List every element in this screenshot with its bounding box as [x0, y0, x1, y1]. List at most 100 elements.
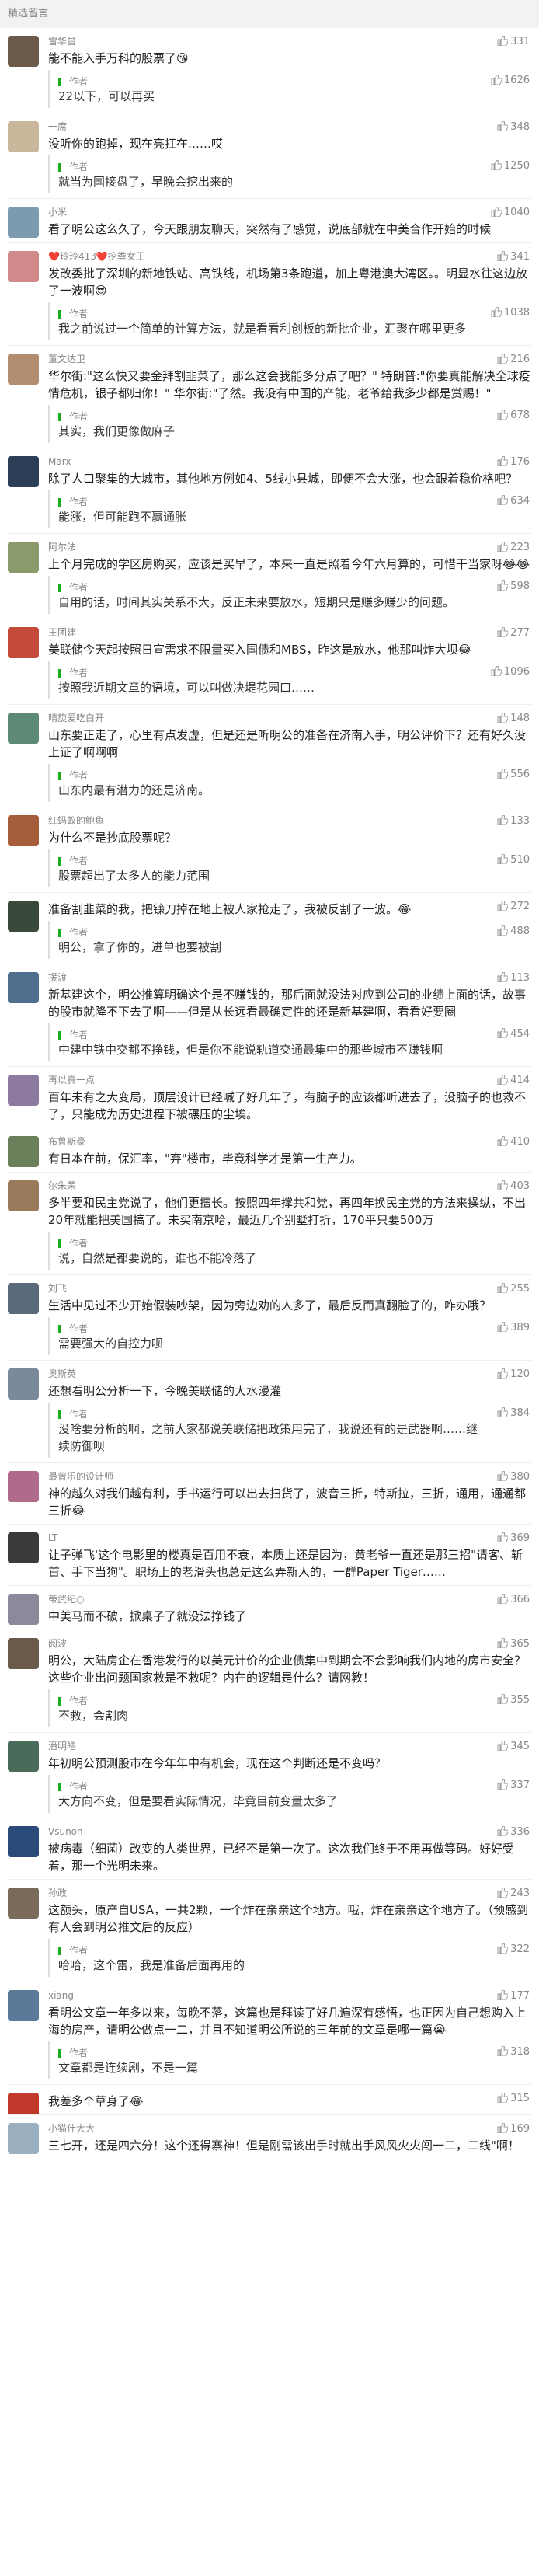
commenter-name[interactable]: ❤️玲玲413❤️挖粪女王 [48, 249, 531, 263]
like-button[interactable]: 403 [497, 1180, 530, 1194]
commenter-name[interactable]: 董文达卫 [48, 352, 531, 366]
reply-like-button[interactable]: 1096 [491, 665, 530, 678]
avatar[interactable] [8, 1471, 39, 1502]
avatar[interactable] [8, 1180, 39, 1211]
commenter-name[interactable]: 奥斯英 [48, 1367, 531, 1381]
commenter-name[interactable]: 小米 [48, 205, 531, 219]
commenter-name[interactable]: 再以真一点 [48, 1073, 531, 1087]
author-tag: 作者 [58, 855, 88, 867]
commenter-name[interactable]: 红蚂蚁的鲍鱼 [48, 814, 531, 828]
like-button[interactable]: 380 [497, 1470, 530, 1484]
like-count: 216 [510, 354, 530, 365]
like-button[interactable]: 133 [497, 814, 530, 828]
commenter-name[interactable]: 蒂武纪○ [48, 1592, 531, 1606]
like-button[interactable]: 177 [497, 1989, 530, 2003]
like-button[interactable]: 223 [497, 541, 530, 555]
like-button[interactable]: 336 [497, 1825, 530, 1839]
commenter-name[interactable]: 雷华昌 [48, 34, 531, 48]
avatar[interactable] [8, 1990, 39, 2021]
like-button[interactable]: 272 [497, 900, 530, 914]
avatar[interactable] [8, 1075, 39, 1106]
avatar[interactable] [8, 2123, 39, 2154]
commenter-name[interactable]: 晴旋爱吃白开 [48, 711, 531, 725]
commenter-name[interactable]: 援渡 [48, 971, 531, 985]
like-button[interactable]: 243 [497, 1887, 530, 1901]
avatar[interactable] [8, 542, 39, 573]
avatar[interactable] [8, 713, 39, 744]
avatar[interactable] [8, 354, 39, 385]
comment-text: 没听你的跑掉，现在亮扛在……哎 [48, 137, 224, 151]
reply-like-button[interactable]: 1250 [491, 159, 530, 172]
reply-like-button[interactable]: 389 [497, 1321, 530, 1333]
reply-like-button[interactable]: 634 [497, 494, 530, 507]
commenter-name[interactable]: Marx [48, 455, 531, 469]
like-button[interactable]: 365 [497, 1637, 530, 1651]
avatar[interactable] [8, 1532, 39, 1563]
avatar[interactable] [8, 2093, 39, 2114]
avatar[interactable] [8, 251, 39, 282]
avatar[interactable] [8, 1638, 39, 1669]
like-button[interactable]: 216 [497, 353, 530, 367]
reply-like-button[interactable]: 355 [497, 1693, 530, 1706]
like-button[interactable]: 414 [497, 1074, 530, 1088]
reply-like-button[interactable]: 384 [497, 1407, 530, 1419]
like-button[interactable]: 348 [497, 120, 530, 134]
commenter-name[interactable]: 刘飞 [48, 1281, 531, 1295]
commenter-name[interactable]: Vsunon [48, 1825, 531, 1839]
like-button[interactable]: 277 [497, 626, 530, 640]
avatar[interactable] [8, 1741, 39, 1772]
avatar[interactable] [8, 36, 39, 67]
reply-like-button[interactable]: 510 [497, 853, 530, 866]
reply-like-button[interactable]: 1626 [491, 74, 530, 86]
commenter-name[interactable]: LT [48, 1531, 531, 1545]
avatar[interactable] [8, 627, 39, 658]
like-button[interactable]: 345 [497, 1740, 530, 1754]
like-button[interactable]: 169 [497, 2122, 530, 2136]
avatar[interactable] [8, 1594, 39, 1625]
avatar[interactable] [8, 901, 39, 932]
like-button[interactable]: 1040 [491, 206, 530, 220]
reply-like-button[interactable]: 454 [497, 1027, 530, 1040]
commenter-name[interactable]: 潘明皓 [48, 1739, 531, 1753]
like-button[interactable]: 120 [497, 1368, 530, 1382]
reply-like-button[interactable]: 337 [497, 1779, 530, 1791]
reply-like-button[interactable]: 678 [497, 409, 530, 421]
like-button[interactable]: 315 [497, 2092, 530, 2106]
avatar[interactable] [8, 1136, 39, 1167]
like-button[interactable]: 148 [497, 712, 530, 726]
commenter-name[interactable]: 最曾乐的设计师 [48, 1469, 531, 1483]
avatar[interactable] [8, 207, 39, 238]
reply-like-button[interactable]: 556 [497, 768, 530, 780]
like-button[interactable]: 176 [497, 455, 530, 469]
commenter-name[interactable]: 孙政 [48, 1886, 531, 1900]
avatar[interactable] [8, 456, 39, 487]
like-button[interactable]: 366 [497, 1593, 530, 1607]
commenter-name[interactable]: xiang [48, 1989, 531, 2003]
commenter-name[interactable]: 王团建 [48, 626, 531, 640]
reply-like-button[interactable]: 322 [497, 1943, 530, 1955]
avatar[interactable] [8, 1283, 39, 1314]
like-button[interactable]: 410 [497, 1135, 530, 1149]
commenter-name[interactable]: 尔朱荣 [48, 1179, 531, 1193]
avatar[interactable] [8, 1368, 39, 1400]
like-count: 169 [510, 2123, 530, 2135]
like-button[interactable]: 369 [497, 1532, 530, 1546]
avatar[interactable] [8, 815, 39, 846]
commenter-name[interactable]: 阿尔法 [48, 540, 531, 554]
reply-like-button[interactable]: 488 [497, 925, 530, 937]
avatar[interactable] [8, 121, 39, 152]
reply-like-button[interactable]: 318 [497, 2045, 530, 2058]
avatar[interactable] [8, 1888, 39, 1919]
avatar[interactable] [8, 972, 39, 1003]
reply-like-button[interactable]: 1038 [491, 306, 530, 319]
commenter-name[interactable]: 阅波 [48, 1637, 531, 1651]
avatar[interactable] [8, 1826, 39, 1857]
like-button[interactable]: 341 [497, 250, 530, 264]
reply-like-button[interactable]: 598 [497, 580, 530, 592]
commenter-name[interactable]: 小猫什大大 [48, 2121, 531, 2135]
commenter-name[interactable]: 布鲁斯豪 [48, 1135, 531, 1149]
like-button[interactable]: 331 [497, 35, 530, 49]
commenter-name[interactable]: 一席 [48, 120, 531, 134]
like-button[interactable]: 255 [497, 1282, 530, 1296]
like-button[interactable]: 113 [497, 971, 530, 985]
